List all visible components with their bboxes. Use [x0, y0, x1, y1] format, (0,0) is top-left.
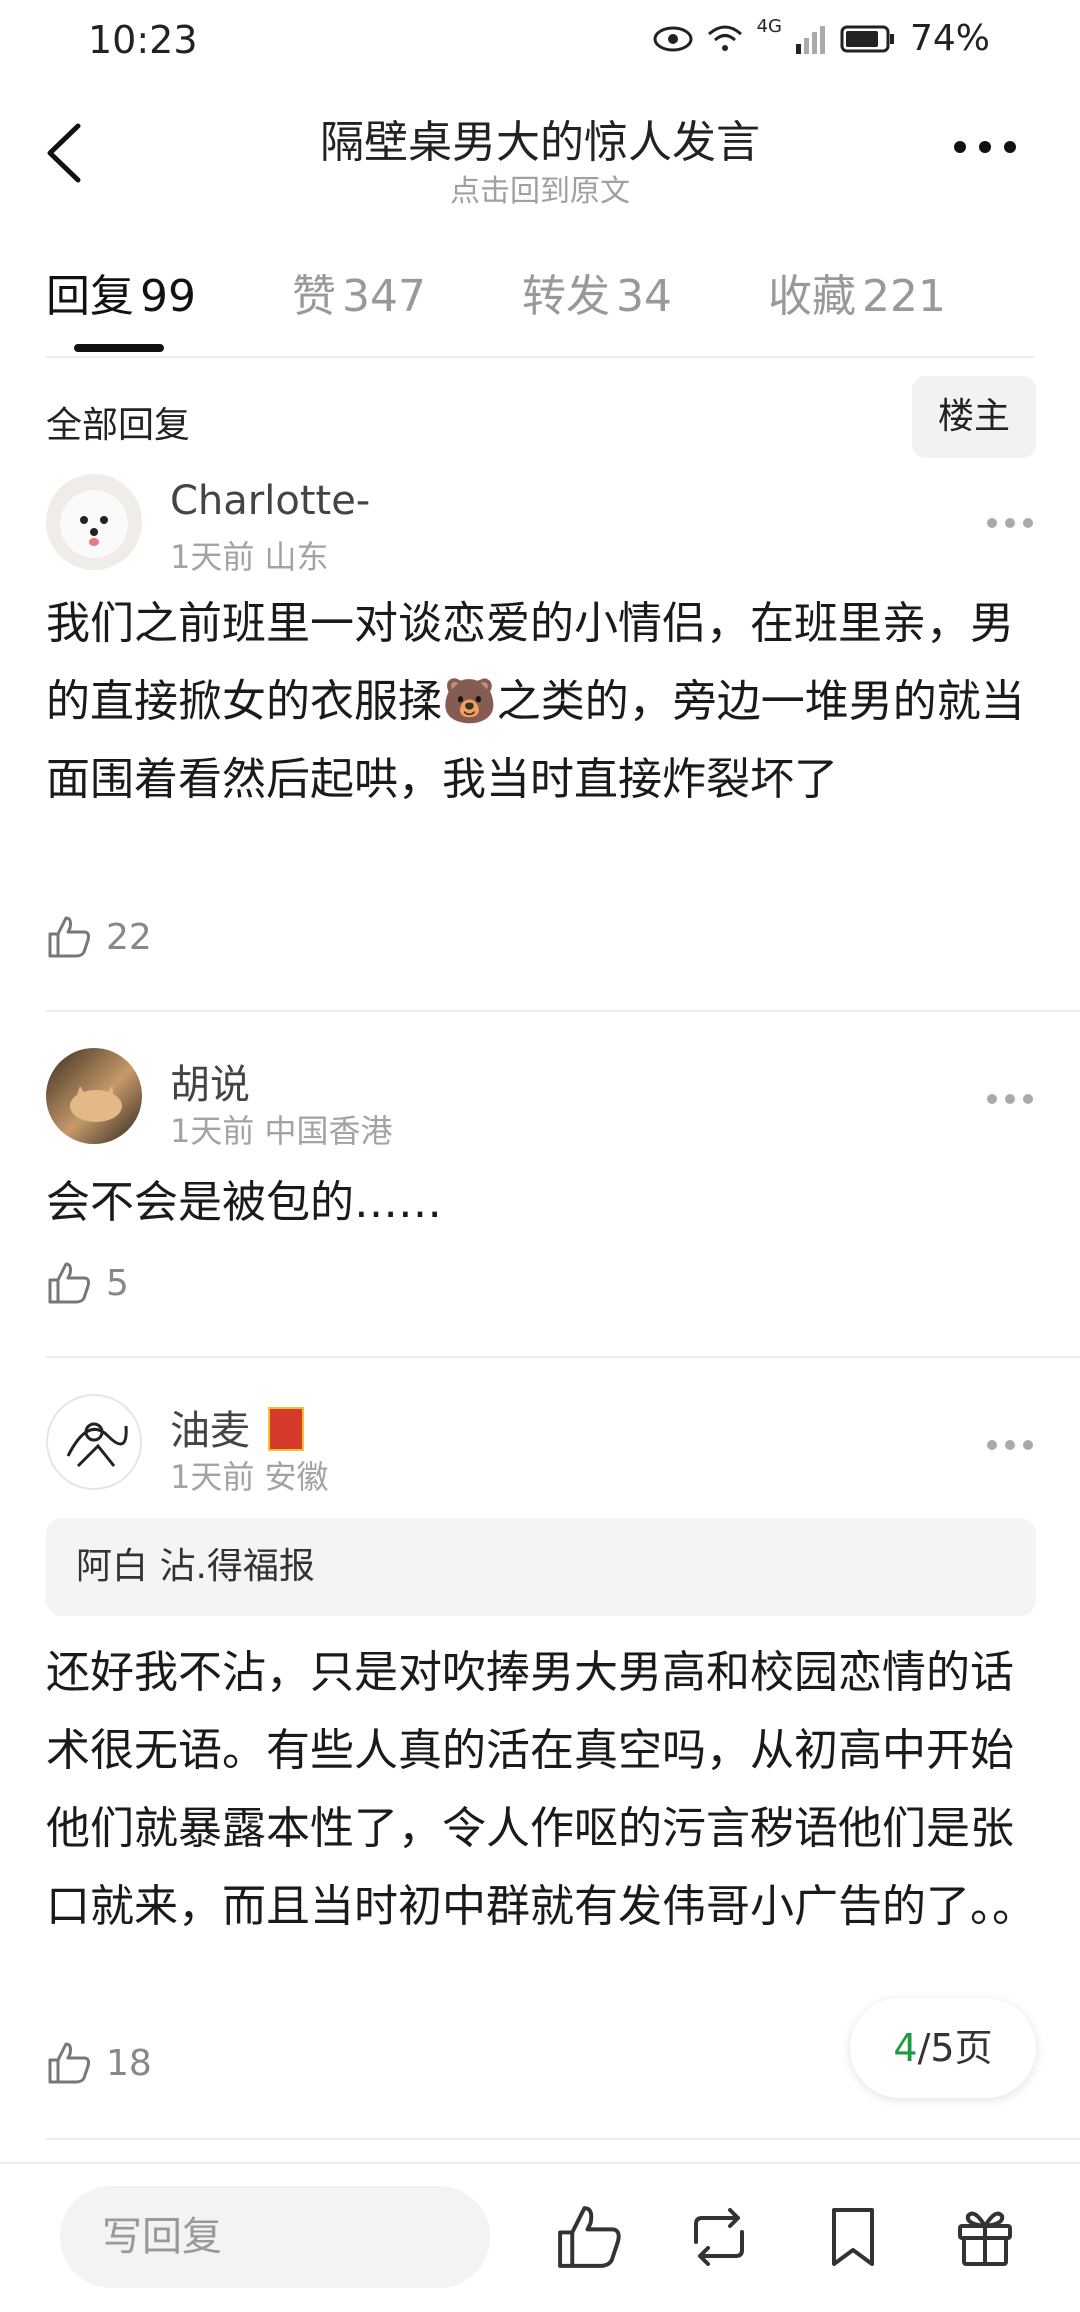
bookmark-icon [832, 2208, 874, 2266]
like-post-button[interactable] [554, 2202, 624, 2272]
battery-level: 74% [909, 18, 990, 59]
divider [46, 1356, 1080, 1358]
tab-likes[interactable]: 赞 347 [292, 260, 426, 324]
tab-replies[interactable]: 回复 99 [46, 260, 196, 324]
page-indicator[interactable]: 4/5页 [850, 1998, 1036, 2098]
page-title[interactable]: 隔壁桌男大的惊人发言 [0, 106, 1080, 170]
comment-username[interactable]: Charlotte- [170, 478, 370, 524]
avatar[interactable] [46, 474, 142, 570]
comment-username[interactable]: 油麦 [170, 1398, 304, 1456]
status-icons: 4G 74% [653, 16, 990, 59]
all-replies-label: 全部回复 [46, 405, 191, 446]
like-button[interactable]: 18 [46, 2040, 152, 2086]
divider [0, 2162, 1080, 2164]
avatar[interactable] [46, 1048, 142, 1144]
comment-text: 会不会是被包的…… [46, 1177, 442, 1228]
thumb-up-icon [558, 2206, 621, 2268]
network-label: 4G [756, 16, 782, 37]
back-to-original-link[interactable]: 点击回到原文 [0, 166, 1080, 210]
comment-text: 还好我不沾，只是对吹捧男大男高和校园恋情的话术很无语。有些人真的活在真空吗，从初… [46, 1647, 1036, 1932]
repost-button[interactable] [684, 2202, 754, 2272]
dog-avatar-icon [60, 490, 128, 558]
tab-reposts[interactable]: 转发 34 [522, 260, 672, 324]
comment-meta: 1天前 中国香港 [170, 1112, 393, 1150]
comment-more-button[interactable] [986, 514, 1034, 528]
wifi-icon [707, 25, 742, 51]
like-count: 18 [106, 2042, 152, 2084]
divider [46, 2138, 1080, 2140]
gift-button[interactable] [950, 2202, 1020, 2272]
more-dots-icon [987, 1440, 1033, 1450]
more-button[interactable] [950, 132, 1020, 162]
op-filter-button[interactable]: 楼主 [912, 376, 1036, 458]
tab-favorites[interactable]: 收藏 221 [768, 260, 946, 324]
more-dots-icon [987, 518, 1033, 528]
divider [46, 1010, 1080, 1012]
favorite-button[interactable] [818, 2202, 888, 2272]
red-book-badge-icon [268, 1407, 304, 1451]
like-count: 22 [106, 916, 152, 958]
comment-more-button[interactable] [986, 1090, 1034, 1104]
status-time: 10:23 [88, 18, 198, 62]
cat-avatar-icon [70, 1086, 122, 1122]
comment-meta: 1天前 山东 [170, 538, 329, 576]
signal-icon [795, 25, 825, 54]
comment-username[interactable]: 胡说 [170, 1052, 250, 1110]
thumb-up-icon [48, 916, 90, 958]
comment-meta: 1天前 安徽 [170, 1458, 329, 1496]
quoted-reply[interactable]: 阿白 沾.得福报 [46, 1518, 1036, 1616]
eye-icon [653, 26, 693, 51]
tab-bar: 回复99 赞347 转发34 收藏221 礼 [46, 260, 1036, 324]
divider [46, 356, 1034, 358]
avatar[interactable] [46, 1394, 142, 1490]
active-tab-indicator [74, 344, 164, 352]
more-dots-icon [987, 1094, 1033, 1104]
like-count: 5 [106, 1262, 129, 1304]
comment-more-button[interactable] [986, 1436, 1034, 1450]
comment-text: 我们之前班里一对谈恋爱的小情侣，在班里亲，男的直接掀女的衣服揉🐻之类的，旁边一堆… [46, 598, 1025, 805]
thumb-up-icon [48, 1262, 90, 1304]
reply-input[interactable]: 写回复 [60, 2186, 490, 2288]
thumb-up-icon [48, 2042, 90, 2084]
sketch-avatar-icon [66, 1422, 128, 1468]
like-button[interactable]: 5 [46, 1260, 129, 1306]
like-button[interactable]: 22 [46, 914, 152, 960]
more-dots-icon [954, 141, 1016, 153]
repost-icon [694, 2208, 744, 2266]
battery-icon [840, 25, 894, 52]
gift-icon [958, 2211, 1012, 2266]
